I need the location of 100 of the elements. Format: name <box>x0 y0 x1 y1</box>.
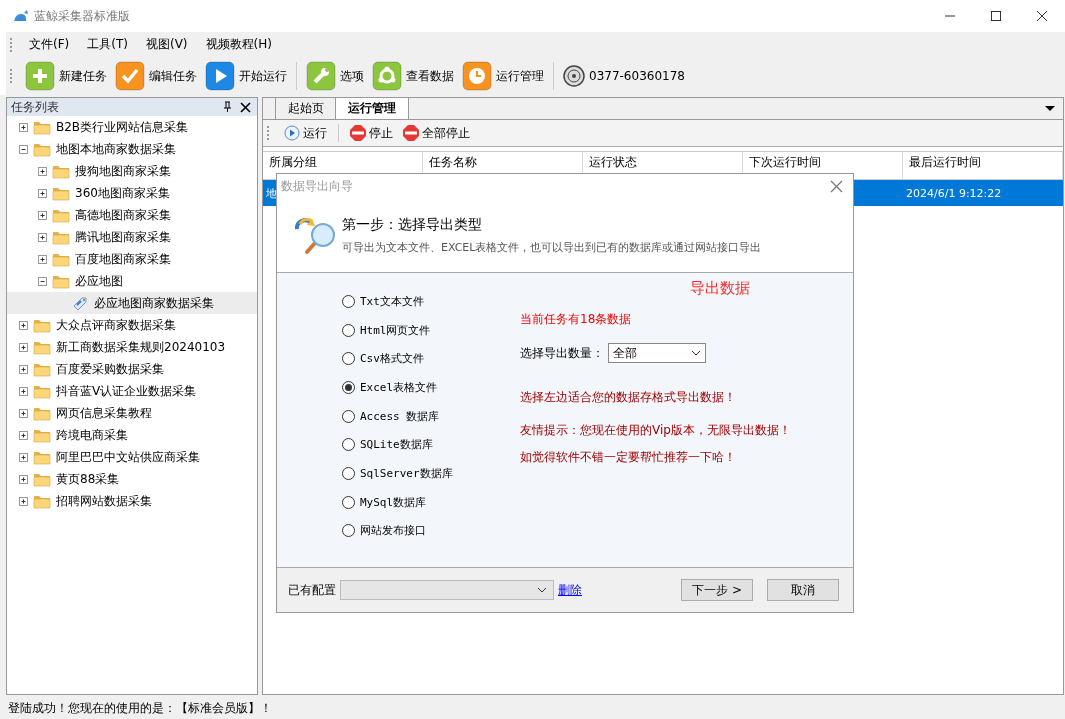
checkmark-icon <box>115 61 145 91</box>
panel-title: 任务列表 <box>11 98 59 116</box>
tree-item[interactable]: 网页信息采集教程 <box>7 402 257 424</box>
toolbar-button[interactable]: 运行 <box>281 124 330 142</box>
expand-icon <box>19 342 28 352</box>
expand-icon <box>38 188 47 198</box>
expand-icon <box>19 496 28 506</box>
hint-text: 友情提示：您现在使用的Vip版本，无限导出数据！ <box>520 422 791 439</box>
field-label: 已有配置 <box>288 581 336 599</box>
expand-icon <box>38 254 47 264</box>
stop-sign-icon <box>350 125 366 141</box>
folder-icon <box>33 141 51 157</box>
radio-option[interactable]: Excel表格文件 <box>342 373 520 402</box>
tree-item[interactable]: 百度爱采购数据采集 <box>7 358 257 380</box>
folder-icon <box>52 163 70 179</box>
tab[interactable]: 运行管理 <box>335 97 409 119</box>
radio-option[interactable]: 网站发布接口 <box>342 516 520 546</box>
quantity-dropdown[interactable]: 全部 <box>608 343 706 363</box>
tree-item[interactable]: 必应地图商家数据采集 <box>7 292 257 314</box>
hint-text: 如觉得软件不错一定要帮忙推荐一下哈！ <box>520 449 737 466</box>
tree-item[interactable]: 腾讯地图商家采集 <box>7 226 257 248</box>
tree-item[interactable]: 招聘网站数据采集 <box>7 490 257 512</box>
magnifier-icon <box>292 215 336 255</box>
tree-item[interactable]: B2B类行业网站信息采集 <box>7 116 257 138</box>
tree-item[interactable]: 高德地图商家采集 <box>7 204 257 226</box>
expand-icon <box>38 210 47 220</box>
expand-icon <box>19 430 28 440</box>
status-bar: 登陆成功！您现在的使用的是：【标准会员版】！ <box>0 697 1065 719</box>
export-heading: 导出数据 <box>690 279 751 299</box>
folder-icon <box>33 119 51 135</box>
config-dropdown[interactable] <box>340 580 554 600</box>
expand-icon <box>19 386 28 396</box>
hint-text: 选择左边适合您的数据存格式导出数据！ <box>520 389 737 406</box>
delete-link[interactable]: 删除 <box>558 581 582 599</box>
tag-icon <box>71 294 89 312</box>
tree-item[interactable]: 阿里巴巴中文站供应商采集 <box>7 446 257 468</box>
tree-item[interactable]: 新工商数据采集规则20240103 <box>7 336 257 358</box>
folder-icon <box>33 493 51 509</box>
tree-item[interactable]: 黄页88采集 <box>7 468 257 490</box>
folder-icon <box>52 273 70 289</box>
menu-item[interactable]: 视图(V) <box>136 36 197 53</box>
radio-option[interactable]: Access 数据库 <box>342 401 520 431</box>
folder-icon <box>33 339 51 355</box>
phone-number: 0377-60360178 <box>560 65 688 87</box>
close-icon <box>240 101 251 113</box>
folder-icon <box>33 317 51 333</box>
folder-icon <box>33 361 51 377</box>
maximize-icon <box>991 11 1001 21</box>
radio-option[interactable]: Html网页文件 <box>342 315 520 345</box>
dialog-button[interactable]: 取消 <box>767 579 839 601</box>
folder-icon <box>52 229 70 245</box>
clock-icon <box>462 61 492 91</box>
tree-item[interactable]: 大众点评商家数据采集 <box>7 314 257 336</box>
tree-item[interactable]: 抖音蓝V认证企业数据采集 <box>7 380 257 402</box>
toolbar-button[interactable]: 查看数据 <box>369 61 457 91</box>
column-header[interactable]: 最后运行时间 <box>903 152 1063 179</box>
close-icon <box>1037 11 1047 21</box>
circle-nodes-icon <box>372 61 402 91</box>
dialog-button[interactable]: 下一步 > <box>681 579 753 601</box>
close-icon <box>830 179 843 193</box>
expand-icon <box>38 232 47 242</box>
chevron-down-icon <box>691 350 701 356</box>
record-count: 当前任务有18条数据 <box>520 311 633 328</box>
menu-item[interactable]: 视频教程(H) <box>196 36 281 53</box>
tree-item[interactable]: 必应地图 <box>7 270 257 292</box>
tree-item[interactable]: 跨境电商采集 <box>7 424 257 446</box>
collapse-icon <box>19 144 28 154</box>
expand-icon <box>19 474 28 484</box>
expand-icon <box>19 122 28 132</box>
toolbar-button[interactable]: 新建任务 <box>22 61 110 91</box>
radio-option[interactable]: Txt文本文件 <box>342 287 520 316</box>
folder-icon <box>33 471 51 487</box>
wrench-icon <box>306 61 336 91</box>
radio-option[interactable]: Csv格式文件 <box>342 344 520 374</box>
folder-icon <box>52 207 70 223</box>
radio-option[interactable]: SQLite数据库 <box>342 430 520 460</box>
toolbar-button[interactable]: 全部停止 <box>400 124 473 142</box>
folder-icon <box>33 383 51 399</box>
dropdown-icon <box>1045 106 1055 111</box>
toolbar-button[interactable]: 编辑任务 <box>112 61 200 91</box>
toolbar-button[interactable]: 选项 <box>303 61 367 91</box>
toolbar-button[interactable]: 运行管理 <box>459 61 547 91</box>
radio-option[interactable]: SqlServer数据库 <box>342 459 520 488</box>
stop-sign-icon <box>403 125 419 141</box>
menu-item[interactable]: 工具(T) <box>78 36 137 53</box>
tree-item[interactable]: 百度地图商家采集 <box>7 248 257 270</box>
tree-item[interactable]: 360地图商家采集 <box>7 182 257 204</box>
expand-icon <box>19 408 28 418</box>
play-icon <box>205 61 235 91</box>
collapse-icon <box>38 276 47 286</box>
expand-icon <box>19 452 28 462</box>
tree-item[interactable]: 搜狗地图商家采集 <box>7 160 257 182</box>
menu-item[interactable]: 文件(F) <box>20 36 79 53</box>
folder-icon <box>52 185 70 201</box>
dialog-title: 数据导出向导 <box>281 177 353 195</box>
toolbar-button[interactable]: 停止 <box>347 124 396 142</box>
toolbar-button[interactable]: 开始运行 <box>202 61 290 91</box>
tree-item[interactable]: 地图本地商家数据采集 <box>7 138 257 160</box>
radio-option[interactable]: MySql数据库 <box>342 487 520 517</box>
folder-icon <box>33 449 51 465</box>
